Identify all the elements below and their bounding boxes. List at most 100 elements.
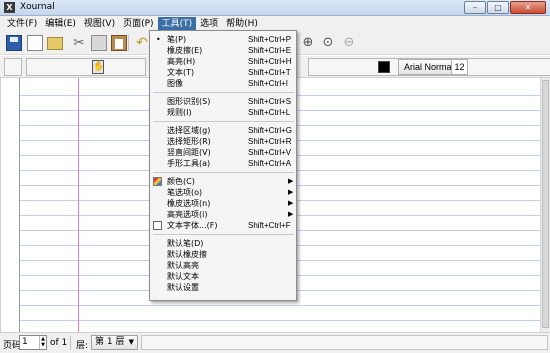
minimize-button[interactable]: – — [464, 1, 486, 14]
menu-item-default-text[interactable]: 默认文本 — [151, 271, 296, 282]
menu-item-default-eraser[interactable]: 默认橡皮擦 — [151, 249, 296, 260]
tool-group — [26, 58, 146, 76]
menu-separator — [153, 234, 294, 235]
menu-item-shortcut: Shift+Ctrl+S — [248, 97, 292, 106]
spin-down-icon[interactable]: ▼ — [41, 342, 45, 348]
menu-page[interactable]: 页面(P) — [119, 17, 157, 31]
menu-item-label: 图像 — [167, 79, 183, 88]
font-size-field[interactable]: 12 — [451, 59, 468, 75]
new-document-icon[interactable] — [27, 35, 43, 51]
menu-item-eraser[interactable]: 橡皮擦(E) Shift+Ctrl+E — [151, 45, 296, 56]
menu-item-vertical-space[interactable]: 竖直间距(V) Shift+Ctrl+V — [151, 147, 296, 158]
undo-icon[interactable]: ↶ — [134, 35, 150, 51]
menu-item-select-rectangle[interactable]: 选择矩形(R) Shift+Ctrl+R — [151, 136, 296, 147]
copy-icon[interactable] — [91, 35, 107, 51]
vertical-scrollbar[interactable] — [540, 78, 550, 332]
zoom-out-icon[interactable]: ⊖ — [341, 35, 357, 51]
menu-edit[interactable]: 编辑(E) — [41, 17, 80, 31]
menu-item-shortcut: Shift+Ctrl+L — [248, 108, 291, 117]
menu-item-pen[interactable]: • 笔(P) Shift+Ctrl+P — [151, 34, 296, 45]
menu-item-label: 选择区域(g) — [167, 126, 211, 135]
menu-item-default-pen[interactable]: 默认笔(D) — [151, 238, 296, 249]
layer-value: 第 1 层 — [95, 337, 125, 347]
menu-item-label: 图形识别(S) — [167, 97, 211, 106]
page-count: of 1 — [50, 338, 68, 348]
color-palette-icon — [153, 177, 162, 186]
menu-item-label: 选择矩形(R) — [167, 137, 211, 146]
menu-item-label: 高亮选项(i) — [167, 210, 208, 219]
menu-item-label: 规则(I) — [167, 108, 192, 117]
menu-item-shape-recognizer[interactable]: 图形识别(S) Shift+Ctrl+S — [151, 96, 296, 107]
menu-item-label: 默认文本 — [167, 272, 199, 281]
menu-item-label: 手形工具(a) — [167, 159, 211, 168]
menu-item-label: 笔(P) — [167, 35, 187, 44]
margin-line — [78, 78, 79, 332]
menu-bar: 文件(F) 编辑(E) 视图(V) 页面(P) 工具(T) 选项 帮助(H) — [0, 16, 550, 31]
menu-separator — [153, 92, 294, 93]
paste-icon[interactable] — [111, 35, 127, 51]
menu-item-shortcut: Shift+Ctrl+P — [248, 35, 292, 44]
maximize-button[interactable]: □ — [487, 1, 509, 14]
menu-item-shortcut: Shift+Ctrl+T — [248, 68, 291, 77]
close-button[interactable]: ✕ — [510, 1, 546, 14]
cut-icon[interactable]: ✂ — [71, 35, 87, 51]
menu-item-label: 竖直间距(V) — [167, 148, 211, 157]
chevron-down-icon: ▼ — [128, 338, 134, 346]
menu-item-highlighter[interactable]: 高亮(H) Shift+Ctrl+H — [151, 56, 296, 67]
save-icon[interactable] — [6, 35, 22, 51]
scrollbar-thumb[interactable] — [542, 80, 549, 328]
menu-item-shortcut: Shift+Ctrl+V — [248, 148, 292, 157]
menu-item-shortcut: Shift+Ctrl+H — [248, 57, 292, 66]
menu-item-label: 文本字体...(F) — [167, 221, 218, 230]
status-bar: 页码 1 ▲ ▼ of 1 层: 第 1 层 ▼ — [0, 332, 550, 353]
menu-item-text-font[interactable]: 文本字体...(F) Shift+Ctrl+F — [151, 220, 296, 231]
window-controls: – □ ✕ — [464, 1, 546, 14]
menu-item-label: 文本(T) — [167, 68, 195, 77]
toolbar-separator — [128, 35, 129, 51]
menu-item-shortcut: Shift+Ctrl+F — [248, 221, 291, 230]
menu-item-label: 默认橡皮擦 — [167, 250, 207, 259]
menu-item-label: 橡皮选项(n) — [167, 199, 211, 208]
menu-options[interactable]: 选项 — [196, 17, 222, 31]
submenu-arrow-icon: ▶ — [288, 188, 294, 196]
menu-item-default-settings[interactable]: 默认设置 — [151, 282, 296, 293]
menu-tools[interactable]: 工具(T) — [157, 16, 197, 31]
menu-item-shortcut: Shift+Ctrl+G — [248, 126, 293, 135]
page-number-value: 1 — [22, 337, 28, 347]
layer-select[interactable]: 第 1 层 ▼ — [91, 335, 138, 350]
menu-item-text[interactable]: 文本(T) Shift+Ctrl+T — [151, 67, 296, 78]
zoom-1-1-icon[interactable]: ⊙ — [320, 35, 336, 51]
menu-item-label: 颜色(C) — [167, 177, 195, 186]
menu-item-label: 默认笔(D) — [167, 239, 204, 248]
menu-item-label: 默认设置 — [167, 283, 199, 292]
menu-item-shortcut: Shift+Ctrl+R — [248, 137, 292, 146]
menu-item-eraser-options[interactable]: 橡皮选项(n) ▶ — [151, 198, 296, 209]
menu-item-color[interactable]: 颜色(C) ▶ — [151, 176, 296, 187]
menu-item-hand-tool[interactable]: 手形工具(a) Shift+Ctrl+A — [151, 158, 296, 169]
menu-view[interactable]: 视图(V) — [80, 17, 119, 31]
layer-label: 层: — [76, 341, 89, 351]
menu-help[interactable]: 帮助(H) — [222, 17, 262, 31]
menu-item-pen-options[interactable]: 笔选项(o) ▶ — [151, 187, 296, 198]
hand-tool-icon[interactable]: ✋ — [92, 60, 104, 74]
open-folder-icon[interactable] — [47, 37, 63, 50]
status-separator — [70, 336, 71, 350]
app-icon: X — [4, 2, 15, 13]
menu-item-shortcut: Shift+Ctrl+E — [248, 46, 292, 55]
menu-item-default-highlighter[interactable]: 默认高亮 — [151, 260, 296, 271]
menu-item-image[interactable]: 图像 Shift+Ctrl+I — [151, 78, 296, 89]
page-spin-buttons[interactable]: ▲ ▼ — [39, 336, 46, 349]
menu-item-ruler[interactable]: 规则(I) Shift+Ctrl+L — [151, 107, 296, 118]
menu-item-highlighter-options[interactable]: 高亮选项(i) ▶ — [151, 209, 296, 220]
status-message — [141, 335, 548, 350]
menu-separator — [153, 121, 294, 122]
menu-item-shortcut: Shift+Ctrl+A — [248, 159, 292, 168]
menu-separator — [153, 172, 294, 173]
page-number-input[interactable]: 1 ▲ ▼ — [19, 335, 47, 350]
pen-color-swatch[interactable] — [378, 61, 390, 73]
checked-bullet-icon: • — [156, 35, 161, 44]
menu-item-select-region[interactable]: 选择区域(g) Shift+Ctrl+G — [151, 125, 296, 136]
menu-file[interactable]: 文件(F) — [3, 17, 41, 31]
toolbar-handle — [4, 58, 22, 76]
zoom-in-icon[interactable]: ⊕ — [300, 35, 316, 51]
